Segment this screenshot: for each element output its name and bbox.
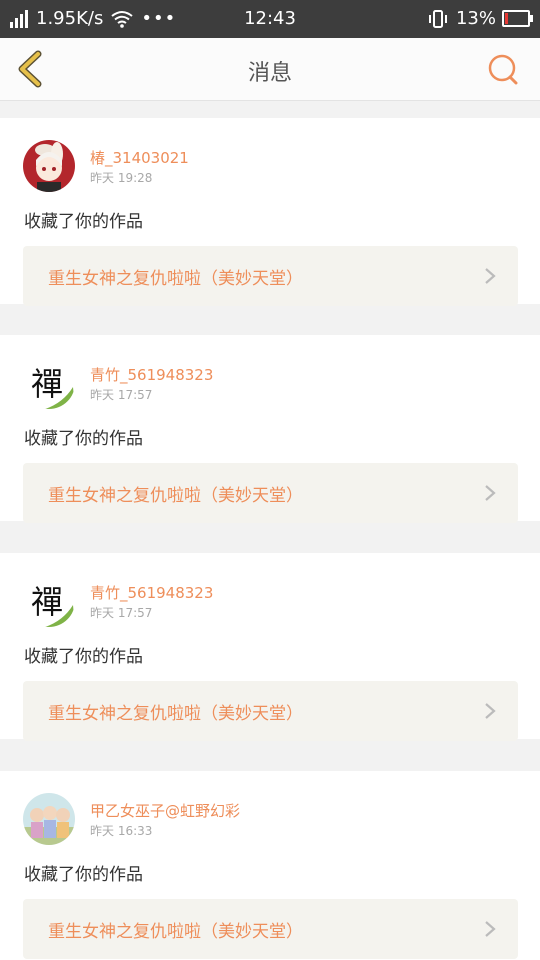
chevron-right-icon (485, 921, 496, 937)
page-title: 消息 (247, 61, 292, 86)
message-card[interactable]: 禪 青竹_561948323 昨天 17:57 收藏了你的作品 重生女神之复仇啦… (0, 335, 540, 523)
chevron-right-icon (485, 485, 496, 501)
username[interactable]: 青竹_561948323 (90, 582, 213, 603)
user-avatar[interactable] (23, 793, 75, 845)
battery-icon (502, 10, 533, 27)
work-link[interactable]: 重生女神之复仇啦啦（美妙天堂） (23, 246, 518, 306)
vibrate-icon (428, 9, 447, 28)
message-time: 昨天 19:28 (90, 171, 153, 185)
nav-bar: 消息 (0, 38, 540, 101)
work-link[interactable]: 重生女神之复仇啦啦（美妙天堂） (23, 463, 518, 523)
username[interactable]: 青竹_561948323 (90, 364, 213, 385)
battery-fill (505, 13, 508, 24)
user-avatar[interactable]: 禪 (23, 575, 75, 627)
search-icon[interactable] (486, 52, 520, 86)
work-link[interactable]: 重生女神之复仇啦啦（美妙天堂） (23, 681, 518, 741)
avatar-char: 禪 (31, 583, 63, 621)
action-text: 收藏了你的作品 (24, 647, 143, 667)
message-time: 昨天 17:57 (90, 606, 153, 620)
message-card[interactable]: 椿_31403021 昨天 19:28 收藏了你的作品 重生女神之复仇啦啦（美妙… (0, 118, 540, 306)
work-title: 重生女神之复仇啦啦（美妙天堂） (48, 269, 303, 289)
battery-percent: 13% (455, 8, 496, 29)
message-card[interactable]: 甲乙女巫子@虹野幻彩 昨天 16:33 收藏了你的作品 重生女神之复仇啦啦（美妙… (0, 771, 540, 960)
chevron-right-icon (485, 268, 496, 284)
user-avatar[interactable]: 禪 (23, 357, 75, 409)
work-title: 重生女神之复仇啦啦（美妙天堂） (48, 704, 303, 724)
avatar-char: 禪 (31, 365, 63, 403)
status-right: 13% (428, 8, 533, 29)
username[interactable]: 椿_31403021 (90, 147, 189, 168)
status-bar: 1.95K/s ••• 12:43 13% (0, 0, 540, 38)
work-link[interactable]: 重生女神之复仇啦啦（美妙天堂） (23, 899, 518, 959)
work-title: 重生女神之复仇啦啦（美妙天堂） (48, 922, 303, 942)
username[interactable]: 甲乙女巫子@虹野幻彩 (90, 800, 240, 821)
user-avatar[interactable] (23, 140, 75, 192)
action-text: 收藏了你的作品 (24, 865, 143, 885)
message-time: 昨天 17:57 (90, 388, 153, 402)
chevron-right-icon (485, 703, 496, 719)
action-text: 收藏了你的作品 (24, 212, 143, 232)
message-time: 昨天 16:33 (90, 824, 153, 838)
action-text: 收藏了你的作品 (24, 429, 143, 449)
message-card[interactable]: 禪 青竹_561948323 昨天 17:57 收藏了你的作品 重生女神之复仇啦… (0, 553, 540, 741)
work-title: 重生女神之复仇啦啦（美妙天堂） (48, 486, 303, 506)
